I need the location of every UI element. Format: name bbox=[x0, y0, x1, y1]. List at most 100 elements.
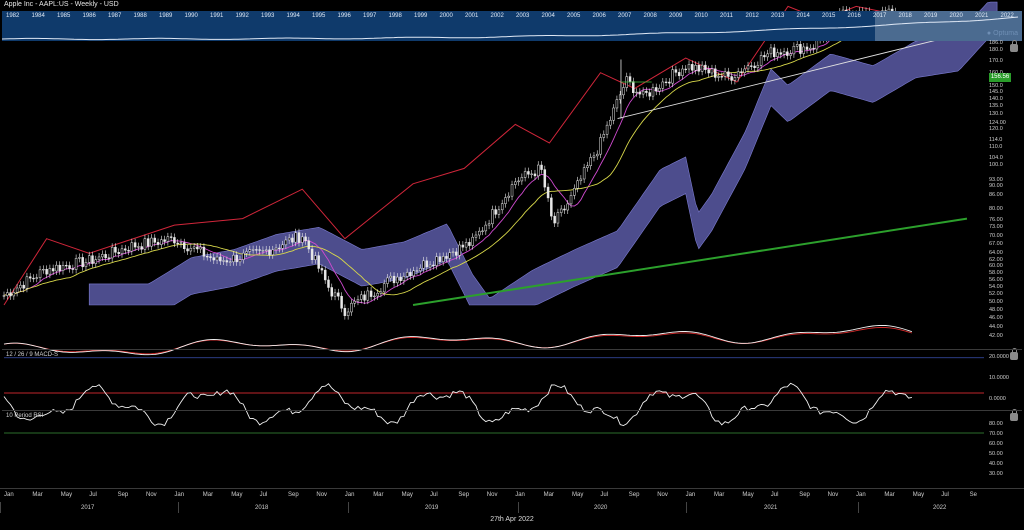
price-tick-label: 100.0 bbox=[989, 162, 1003, 169]
candle-body bbox=[232, 254, 235, 263]
month-label: Nov bbox=[827, 492, 839, 498]
lock-icon[interactable] bbox=[1010, 348, 1018, 360]
year-separator bbox=[348, 502, 349, 513]
candle-body bbox=[723, 71, 727, 77]
candle-body bbox=[173, 237, 176, 244]
candle-body bbox=[350, 302, 353, 313]
candle-body bbox=[25, 276, 29, 289]
lock-icon[interactable] bbox=[1010, 409, 1018, 421]
candle-body bbox=[595, 153, 599, 157]
candle-body bbox=[743, 68, 746, 73]
overview-navigator[interactable]: 1982 1984 1985 1986 1987 1988 1989 1990 1991 1992… bbox=[2, 11, 1022, 41]
candle-body bbox=[363, 294, 366, 301]
candle-body bbox=[130, 242, 134, 252]
price-tick-label: 114.0 bbox=[989, 136, 1003, 143]
candle-body bbox=[274, 247, 278, 251]
chart-area[interactable] bbox=[0, 0, 1020, 446]
candle-body bbox=[219, 256, 222, 262]
candle-body bbox=[474, 234, 478, 238]
candle-body bbox=[199, 246, 202, 250]
candle-body bbox=[22, 284, 25, 289]
overview-year-label: 2009 bbox=[669, 13, 683, 19]
month-label: Jan bbox=[174, 492, 185, 498]
month-label: May bbox=[572, 492, 584, 498]
candle-body bbox=[717, 76, 720, 78]
overview-year-label: 1998 bbox=[388, 13, 402, 19]
candle-body bbox=[559, 208, 563, 213]
month-label: May bbox=[60, 492, 73, 498]
candle-body bbox=[101, 254, 104, 258]
year-separator bbox=[518, 502, 519, 513]
year-label: 2019 bbox=[425, 505, 439, 511]
month-label: Mar bbox=[373, 492, 384, 498]
candle-body bbox=[340, 295, 343, 309]
candle-body bbox=[284, 239, 288, 246]
candle-body bbox=[455, 251, 458, 256]
price-tick-label: 80.00 bbox=[989, 206, 1003, 213]
candle-body bbox=[330, 287, 334, 297]
candle-body bbox=[517, 180, 520, 183]
candle-body bbox=[799, 44, 802, 54]
candle-body bbox=[550, 197, 553, 217]
candle-body bbox=[137, 246, 140, 248]
candle-body bbox=[91, 255, 94, 264]
candle-body bbox=[507, 195, 510, 198]
month-label: Mar bbox=[714, 492, 725, 498]
candle-body bbox=[110, 246, 114, 259]
candle-body bbox=[589, 157, 592, 167]
price-tick-label: 60.00 bbox=[989, 263, 1003, 270]
candle-body bbox=[61, 265, 65, 271]
candle-body bbox=[704, 64, 707, 70]
candle-body bbox=[356, 299, 360, 302]
price-tick-label: 93.00 bbox=[989, 176, 1003, 183]
month-label: Sep bbox=[458, 492, 470, 498]
month-label: Nov bbox=[316, 492, 328, 498]
overview-year-label: 2010 bbox=[694, 13, 708, 19]
candle-body bbox=[628, 76, 632, 82]
candle-body bbox=[632, 81, 635, 94]
month-label: May bbox=[401, 492, 413, 498]
candle-body bbox=[133, 242, 137, 248]
candle-body bbox=[337, 292, 340, 297]
candle-body bbox=[78, 257, 81, 259]
rsi-label: 10 Period RSI bbox=[6, 413, 44, 419]
candle-body bbox=[179, 242, 183, 244]
candle-body bbox=[471, 236, 474, 246]
month-label: Mar bbox=[202, 492, 214, 498]
month-label: Mar bbox=[884, 492, 895, 498]
candle-body bbox=[432, 264, 435, 267]
overview-year-label: 2014 bbox=[796, 13, 810, 19]
overview-year-label: 1987 bbox=[108, 13, 122, 19]
candle-body bbox=[251, 249, 255, 251]
overview-year-label: 2016 bbox=[847, 13, 861, 19]
candle-body bbox=[301, 236, 304, 243]
candle-body bbox=[51, 268, 55, 272]
candle-body bbox=[438, 256, 442, 262]
candle-body bbox=[183, 242, 186, 249]
candle-body bbox=[697, 64, 701, 72]
candle-body bbox=[297, 232, 301, 243]
candle-body bbox=[651, 87, 655, 97]
overview-year-label: 1997 bbox=[363, 13, 377, 19]
candle-body bbox=[645, 90, 648, 93]
candle-body bbox=[425, 260, 429, 268]
candle-body bbox=[97, 256, 101, 260]
candle-body bbox=[691, 64, 694, 71]
candle-body bbox=[573, 188, 576, 196]
candle-body bbox=[579, 178, 583, 182]
candle-body bbox=[448, 252, 452, 259]
overview-year-label: 2022 bbox=[1000, 13, 1014, 19]
lock-icon[interactable] bbox=[1010, 40, 1018, 52]
price-tick-label: 54.00 bbox=[989, 283, 1003, 290]
candle-body bbox=[35, 277, 39, 279]
candle-body bbox=[228, 261, 232, 263]
candle-body bbox=[373, 295, 376, 298]
candle-body bbox=[756, 65, 760, 68]
candle-body bbox=[566, 203, 569, 211]
candle-body bbox=[94, 259, 98, 264]
candle-body bbox=[242, 252, 245, 260]
candle-body bbox=[582, 167, 586, 180]
candle-body bbox=[346, 311, 350, 316]
candle-body bbox=[710, 68, 714, 74]
candle-body bbox=[753, 65, 756, 68]
